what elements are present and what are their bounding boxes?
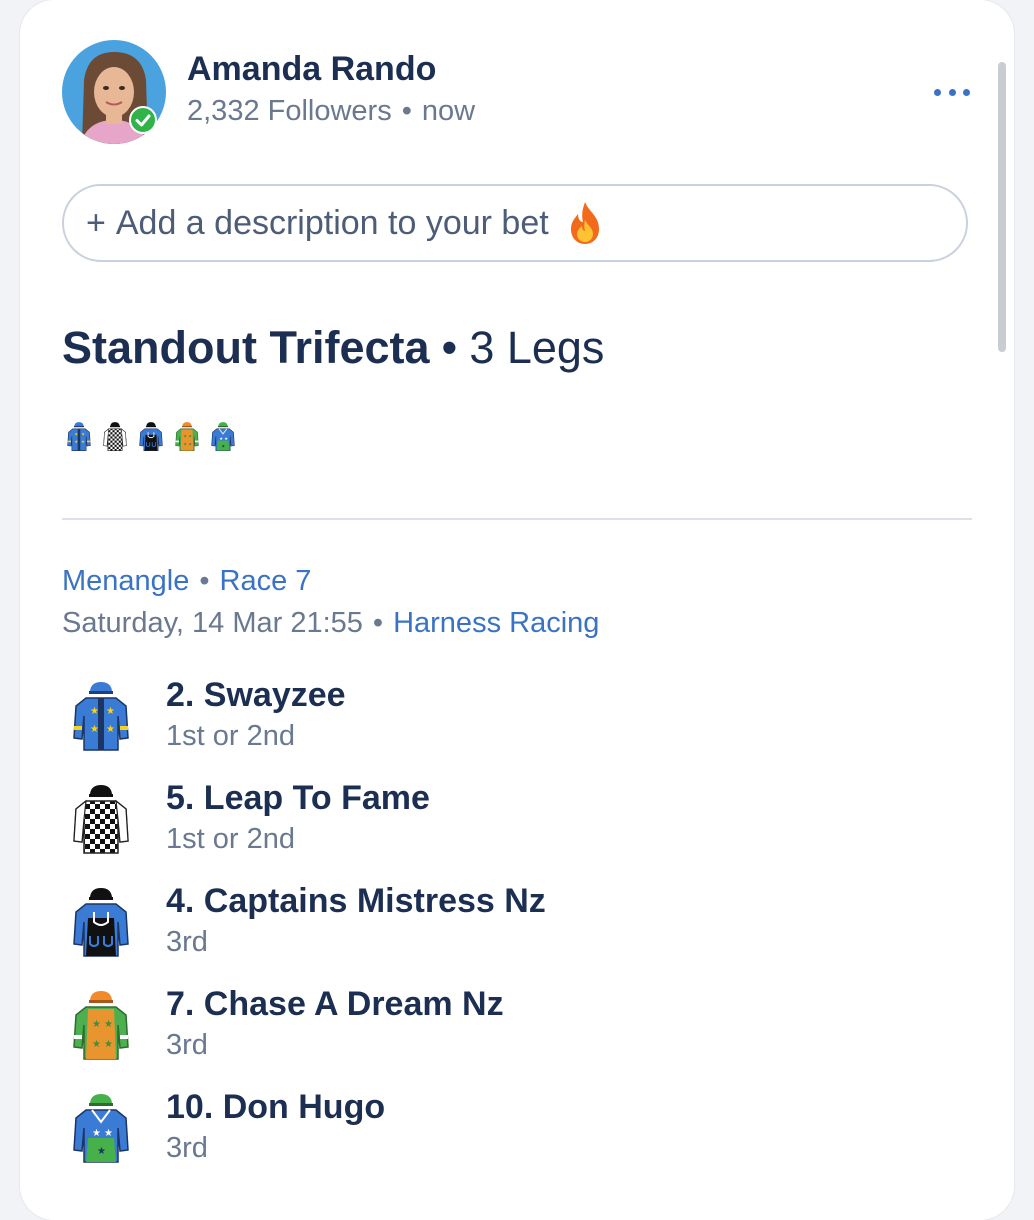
race-venue[interactable]: Menangle: [62, 565, 189, 597]
silk-mini-icon: [175, 421, 199, 451]
runner-name[interactable]: 2. Swayzee: [166, 676, 346, 715]
description-placeholder: Add a description to your bet: [115, 203, 549, 242]
user-name[interactable]: Amanda Rando: [187, 50, 436, 89]
silk-mini-icon: [103, 421, 127, 451]
bet-legs: 3 Legs: [469, 322, 605, 373]
plus-icon: +: [86, 203, 106, 242]
jockey-silk-icon: [73, 681, 129, 751]
runner-row[interactable]: 2. Swayzee 1st or 2nd: [70, 676, 950, 766]
flame-icon: [570, 202, 599, 244]
silk-mini-icon: [67, 421, 91, 451]
race-datetime: Saturday, 14 Mar 21:55: [62, 607, 363, 639]
separator-dot: •: [199, 565, 210, 597]
race-heading[interactable]: Menangle • Race 7: [62, 565, 311, 598]
jockey-silk-icon: [73, 1093, 129, 1163]
jockey-silk-icon: [73, 784, 129, 854]
silk-mini-icon: [211, 421, 235, 452]
runner-position: 3rd: [166, 926, 208, 958]
more-options-icon[interactable]: [934, 80, 970, 104]
runner-row[interactable]: 5. Leap To Fame 1st or 2nd: [70, 779, 950, 869]
runner-position: 1st or 2nd: [166, 720, 295, 752]
runner-row[interactable]: 10. Don Hugo 3rd: [70, 1088, 950, 1178]
followers-count: 2,332 Followers: [187, 95, 392, 127]
selected-silks-row: [66, 418, 236, 454]
divider: [62, 518, 972, 520]
bet-type: Standout Trifecta: [62, 322, 430, 373]
race-details: Saturday, 14 Mar 21:55 • Harness Racing: [62, 607, 599, 640]
silk-mini-icon: [139, 421, 163, 452]
runner-position: 3rd: [166, 1029, 208, 1061]
runner-position: 1st or 2nd: [166, 823, 295, 855]
verified-badge-icon: [129, 106, 157, 134]
separator-dot: •: [401, 95, 412, 127]
runner-position: 3rd: [166, 1132, 208, 1164]
runner-name[interactable]: 7. Chase A Dream Nz: [166, 985, 504, 1024]
scrollbar[interactable]: [998, 62, 1006, 352]
race-category[interactable]: Harness Racing: [393, 607, 599, 639]
runner-name[interactable]: 10. Don Hugo: [166, 1088, 385, 1127]
runner-row[interactable]: 4. Captains Mistress Nz 3rd: [70, 882, 950, 972]
separator-dot: •: [372, 607, 384, 639]
separator-dot: •: [441, 322, 458, 373]
jockey-silk-icon: [73, 887, 129, 957]
runner-row[interactable]: 7. Chase A Dream Nz 3rd: [70, 985, 950, 1075]
bet-title: Standout Trifecta • 3 Legs: [62, 322, 604, 374]
runner-name[interactable]: 5. Leap To Fame: [166, 779, 430, 818]
race-number[interactable]: Race 7: [220, 565, 312, 597]
jockey-silk-icon: [73, 990, 129, 1060]
runner-name[interactable]: 4. Captains Mistress Nz: [166, 882, 546, 921]
user-meta: 2,332 Followers • now: [187, 95, 475, 128]
post-time: now: [421, 95, 476, 127]
add-description-button[interactable]: + Add a description to your bet: [62, 184, 968, 262]
